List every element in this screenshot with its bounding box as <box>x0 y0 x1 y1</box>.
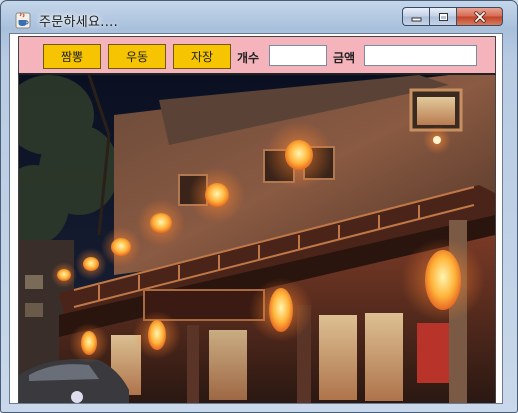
app-window: 주문하세요.... 짬뽕 우동 자장 개수 금액 <box>0 0 518 413</box>
maximize-button[interactable] <box>429 7 456 26</box>
count-field[interactable] <box>269 45 327 66</box>
java-cup-icon <box>15 12 31 29</box>
caption-buttons <box>402 7 503 27</box>
order-panel: 짬뽕 우동 자장 개수 금액 <box>18 36 496 75</box>
minimize-button[interactable] <box>402 7 429 26</box>
window-title: 주문하세요.... <box>39 15 119 30</box>
maximize-icon <box>438 12 448 21</box>
content-pane: 짬뽕 우동 자장 개수 금액 <box>9 33 503 404</box>
udon-button[interactable]: 우동 <box>108 44 166 69</box>
night-restaurant-with-lanterns-image <box>19 75 495 403</box>
close-icon <box>473 10 486 23</box>
amount-label: 금액 <box>333 51 356 65</box>
jjamppong-button[interactable]: 짬뽕 <box>43 44 101 69</box>
minimize-icon <box>411 17 421 21</box>
title-bar[interactable]: 주문하세요.... <box>1 1 517 37</box>
count-label: 개수 <box>237 51 260 65</box>
amount-field[interactable] <box>364 45 477 66</box>
close-button[interactable] <box>456 7 503 26</box>
jajang-button[interactable]: 자장 <box>173 44 231 69</box>
restaurant-photo <box>18 75 496 403</box>
